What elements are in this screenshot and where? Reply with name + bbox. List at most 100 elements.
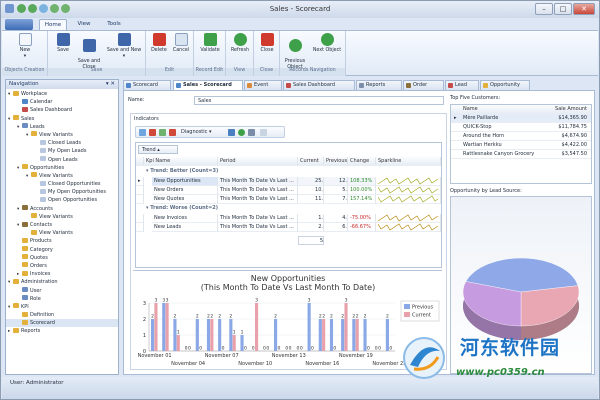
column-header[interactable]: Kpi Name xyxy=(144,157,218,166)
close-button[interactable]: Close xyxy=(256,33,278,54)
bar-current[interactable] xyxy=(165,303,169,351)
tab-home[interactable]: Home xyxy=(39,19,67,30)
nav-item[interactable]: Products xyxy=(6,237,118,245)
nav-item[interactable]: ▾ Opportunities xyxy=(6,164,118,172)
row-indicator[interactable] xyxy=(136,223,144,232)
grid-cell[interactable]: This Month To Date Vs Last ... xyxy=(218,214,298,223)
bar-previous[interactable] xyxy=(206,319,211,351)
row-indicator[interactable] xyxy=(136,195,144,204)
new-indicator-icon[interactable] xyxy=(139,129,146,136)
grid-cell[interactable]: 100.00% xyxy=(348,186,376,195)
doc-tab[interactable]: Event xyxy=(244,80,282,90)
bar-previous[interactable] xyxy=(307,303,311,351)
group-row[interactable]: ▾ Trend: Better (Count=3) xyxy=(146,167,218,176)
bar-previous[interactable] xyxy=(352,319,356,351)
nav-item[interactable]: My Open Opportunities xyxy=(6,188,118,196)
name-field[interactable]: Sales xyxy=(194,96,444,105)
grid-cell[interactable]: New Invoices xyxy=(152,214,218,223)
nav-item[interactable]: Role xyxy=(6,295,118,303)
grid-cell[interactable]: This Month To Date Vs Last ... xyxy=(218,186,298,195)
grid-cell[interactable]: This Month To Date Vs Last ... xyxy=(218,223,298,232)
grid-cell[interactable]: This Month To Date Vs Last ... xyxy=(218,177,298,186)
bar-current[interactable] xyxy=(154,303,158,351)
column-header[interactable]: Previous xyxy=(324,157,348,166)
sparkline-cell[interactable] xyxy=(376,186,441,195)
sparkline-cell[interactable] xyxy=(376,214,441,223)
grid-cell[interactable]: This Month To Date Vs Last ... xyxy=(218,195,298,204)
nav-item[interactable]: ▾ Workplace xyxy=(6,90,118,98)
customer-row[interactable]: QUICK-Stop $11,784.75 xyxy=(451,123,591,132)
row-indicator[interactable]: ▸ xyxy=(136,177,144,186)
grid-cell[interactable]: -66.67% xyxy=(348,223,376,232)
nav-item[interactable]: Orders xyxy=(6,262,118,270)
nav-item[interactable]: Open Opportunities xyxy=(6,196,118,204)
grid-cell[interactable]: 4. xyxy=(324,214,348,223)
column-header[interactable]: Current xyxy=(298,157,324,166)
customer-row[interactable]: Wartian Herkku $4,422.00 xyxy=(451,141,591,150)
nav-item[interactable]: ▾ View Variants xyxy=(6,172,118,180)
bar-previous[interactable] xyxy=(162,303,166,351)
settings-icon[interactable] xyxy=(248,129,255,136)
nav-item[interactable]: ▸ Invoices xyxy=(6,270,118,278)
nav-item[interactable]: Scorecard xyxy=(6,319,118,328)
bar-current[interactable] xyxy=(355,319,359,351)
nav-item[interactable]: ▾ Accounts xyxy=(6,205,118,213)
grid-cell[interactable]: 5. xyxy=(324,186,348,195)
sparkline-cell[interactable] xyxy=(376,177,441,186)
nav-item[interactable]: Definition xyxy=(6,311,118,319)
bar-previous[interactable] xyxy=(341,319,345,351)
tab-tools[interactable]: Tools xyxy=(101,19,127,30)
sparkline-cell[interactable] xyxy=(376,223,441,232)
diagnostic-dropdown[interactable]: Diagnostic ▾ xyxy=(181,129,212,135)
doc-tab[interactable]: Lead xyxy=(445,80,479,90)
bar-current[interactable] xyxy=(232,335,236,351)
bar-current[interactable] xyxy=(210,319,214,351)
grid-cell[interactable]: 12. xyxy=(324,177,348,186)
grid-cell[interactable]: 108.33% xyxy=(348,177,376,186)
nav-item[interactable]: View Variants xyxy=(6,213,118,221)
row-indicator-header[interactable] xyxy=(136,157,144,166)
nav-item[interactable]: ▾ Contacts xyxy=(6,221,118,229)
maximize-button[interactable]: □ xyxy=(554,3,572,15)
doc-tab[interactable]: Opportunity xyxy=(480,80,530,90)
grid-cell[interactable]: -75.00% xyxy=(348,214,376,223)
delete-indicator-icon[interactable] xyxy=(149,129,156,136)
grid-cell[interactable]: 10. xyxy=(298,186,324,195)
nav-item[interactable]: ▾ View Variants xyxy=(6,131,118,139)
link-icon[interactable] xyxy=(159,129,166,136)
close-window-button[interactable]: ✕ xyxy=(573,3,595,15)
more-icon[interactable] xyxy=(260,129,267,136)
grid-cell[interactable]: 1. xyxy=(298,214,324,223)
refresh-grid-icon[interactable] xyxy=(238,129,245,136)
nav-item[interactable]: ▾ Leads xyxy=(6,123,118,131)
nav-item[interactable]: ▸ Reports xyxy=(6,327,118,335)
view-icon[interactable] xyxy=(228,129,235,136)
nav-item[interactable]: My Open Leads xyxy=(6,147,118,155)
bar-previous[interactable] xyxy=(151,319,155,351)
nav-item[interactable]: Sales Dashboard xyxy=(6,106,118,114)
column-header[interactable]: Change xyxy=(348,157,376,166)
nav-item[interactable]: ▾ Administration xyxy=(6,278,118,286)
grid-cell[interactable]: 25. xyxy=(298,177,324,186)
doc-tab[interactable]: Sales - Scorecard xyxy=(173,80,243,90)
save-button[interactable]: Save xyxy=(52,33,74,54)
grid-cell[interactable]: 2. xyxy=(298,223,324,232)
validate-button[interactable]: Validate xyxy=(197,33,223,54)
doc-tab[interactable]: Scorecard xyxy=(123,80,171,90)
nav-item[interactable]: View Variants xyxy=(6,229,118,237)
previous-object-button[interactable]: Previous Object xyxy=(282,33,308,70)
cancel-button[interactable]: Cancel xyxy=(170,33,192,54)
group-row[interactable]: ▾ Trend: Worse (Count=2) xyxy=(146,204,218,213)
nav-item[interactable]: Calendar xyxy=(6,98,118,106)
grid-cell[interactable]: New Opportunities xyxy=(152,177,218,186)
sparkline-cell[interactable] xyxy=(376,195,441,204)
row-indicator[interactable] xyxy=(136,214,144,223)
grid-cell[interactable]: New Orders xyxy=(152,186,218,195)
bar-current[interactable] xyxy=(344,303,348,351)
next-object-button[interactable]: Next Object xyxy=(310,33,344,54)
doc-tab[interactable]: Reports xyxy=(356,80,402,90)
doc-tab[interactable]: Order xyxy=(403,80,444,90)
column-header[interactable]: Sparkline xyxy=(376,157,441,166)
nav-item[interactable]: User xyxy=(6,287,118,295)
nav-item[interactable]: Closed Opportunities xyxy=(6,180,118,188)
